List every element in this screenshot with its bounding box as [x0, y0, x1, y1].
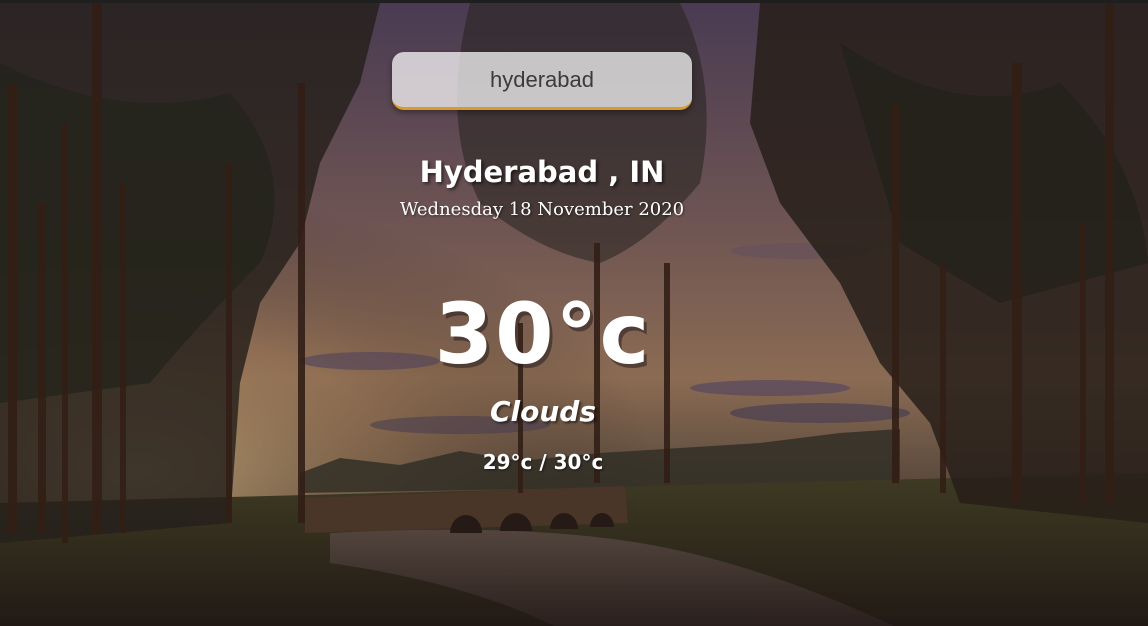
search-input[interactable]: [392, 52, 692, 110]
current-temperature: 30°c: [434, 285, 652, 383]
weather-condition: Clouds: [489, 395, 597, 428]
temperature-range: 29°c / 30°c: [482, 450, 604, 474]
search-box: [392, 52, 692, 114]
current-date: Wednesday 18 November 2020: [399, 199, 685, 220]
weather-app: Hyderabad , IN Wednesday 18 November 202…: [0, 0, 1148, 626]
location-title: Hyderabad , IN: [419, 155, 665, 189]
